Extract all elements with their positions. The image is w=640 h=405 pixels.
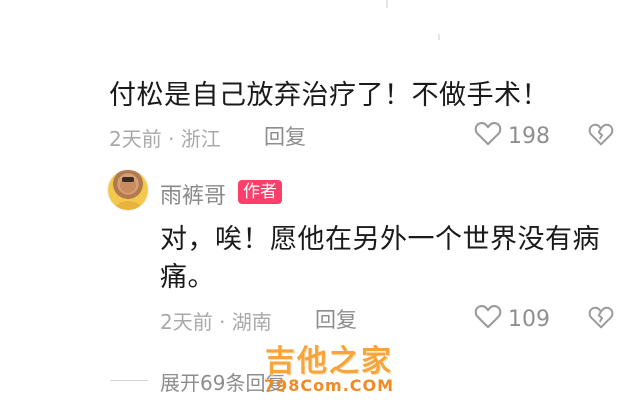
comment-like-count: 198 (508, 123, 550, 149)
reply-text-line1: 对，唉！愿他在另外一个世界没有病 (160, 224, 600, 255)
comment-like-button[interactable]: 198 (474, 120, 550, 152)
broken-heart-icon (588, 306, 614, 333)
reply-like-count: 109 (508, 306, 550, 332)
avatar[interactable] (108, 170, 148, 210)
comment-reply-button[interactable]: 回复 (264, 121, 306, 151)
author-badge: 作者 (238, 180, 282, 204)
reply-reply-button[interactable]: 回复 (315, 304, 357, 334)
reply-text-line2: 痛。 (160, 262, 215, 293)
expand-replies-button[interactable]: 展开69条回复 (160, 367, 285, 396)
top-divider-mark (386, 0, 388, 8)
reply-dislike-button[interactable] (588, 305, 614, 333)
avatar-image (114, 177, 142, 210)
reply-author-name[interactable]: 雨裤哥 (160, 178, 226, 210)
reply-time-location: 2天前 · 湖南 (160, 310, 272, 334)
comment-dislike-button[interactable] (588, 122, 614, 150)
heart-outline-icon (474, 303, 502, 335)
comment-time-location: 2天前 · 浙江 (109, 127, 221, 151)
reply-like-button[interactable]: 109 (474, 303, 550, 335)
comment-text: 付松是自己放弃治疗了！不做手术！ (109, 80, 549, 111)
top-divider-mark (438, 34, 440, 40)
heart-outline-icon (474, 120, 502, 152)
expand-divider (110, 380, 148, 381)
broken-heart-icon (588, 123, 614, 150)
